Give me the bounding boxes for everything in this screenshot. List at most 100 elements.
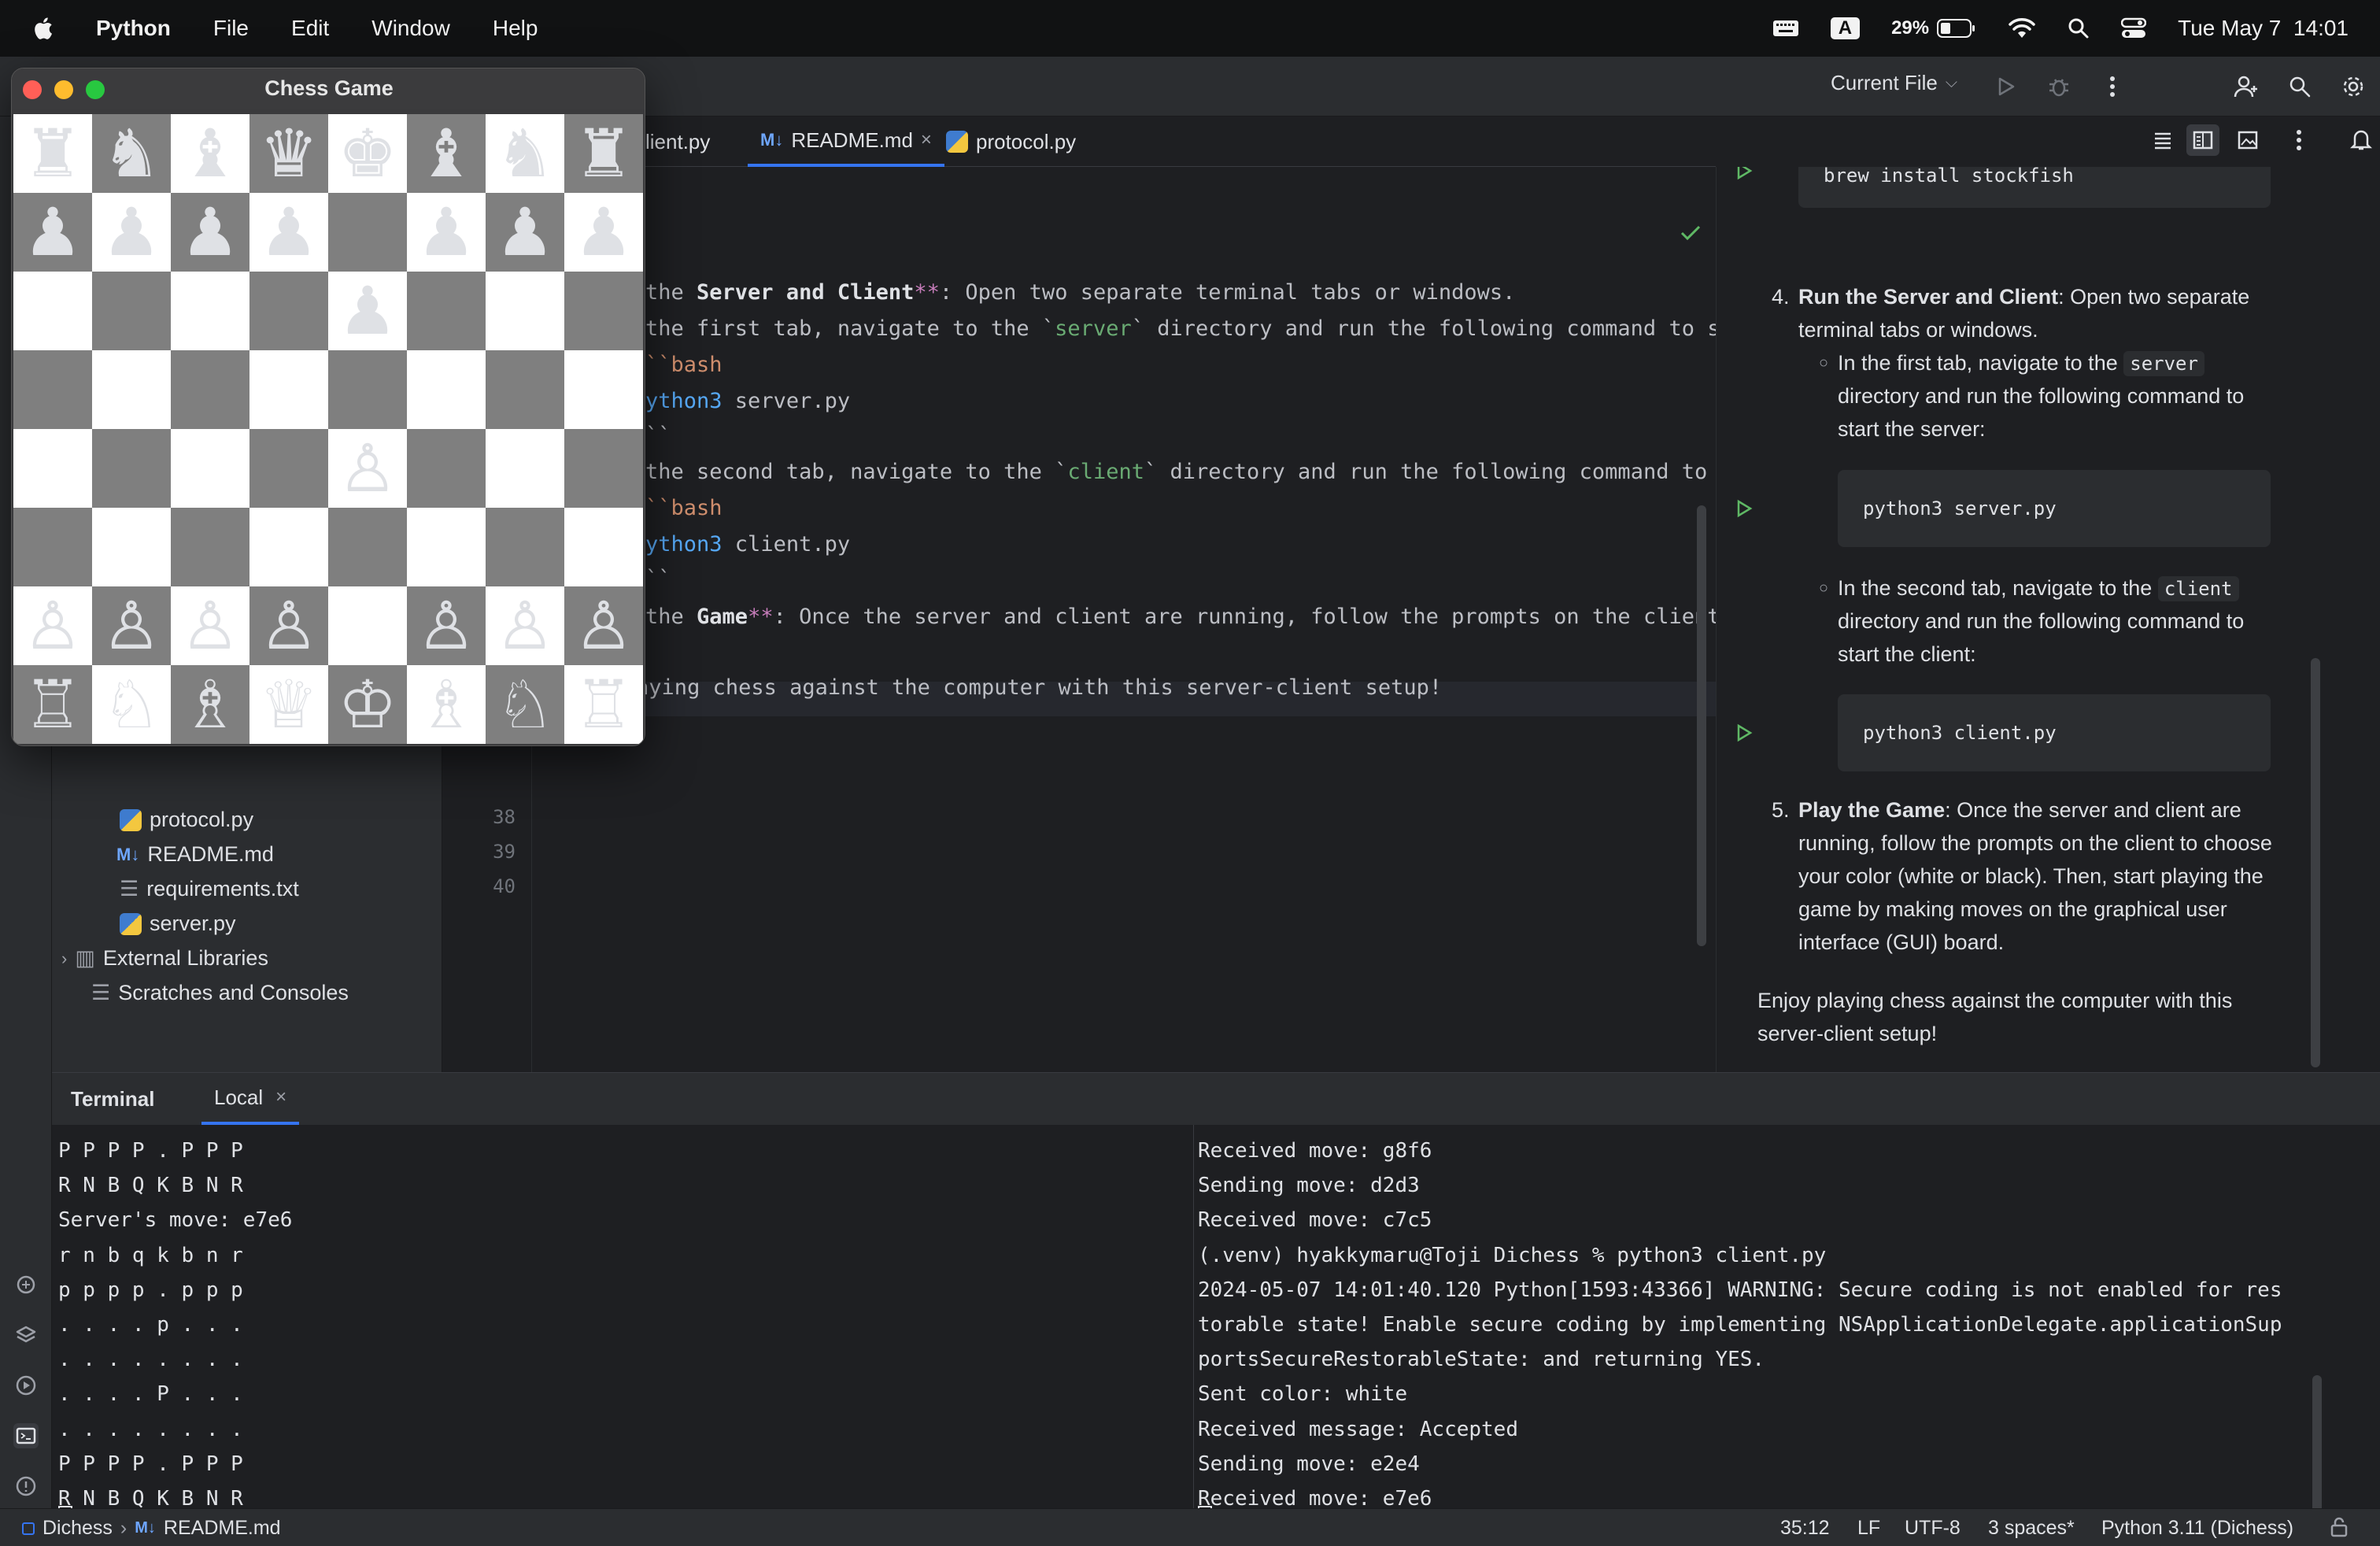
add-user-icon[interactable] xyxy=(2232,72,2260,101)
indent-setting[interactable]: 3 spaces* xyxy=(1988,1517,2075,1540)
breadcrumb-file[interactable]: README.md xyxy=(164,1517,281,1540)
board-square[interactable]: ♜ xyxy=(564,114,643,193)
chess-piece[interactable]: ♟ xyxy=(416,199,475,265)
editor-scrollbar[interactable] xyxy=(1697,505,1706,946)
chess-piece[interactable]: ♝ xyxy=(180,120,239,187)
board-square[interactable] xyxy=(13,272,92,350)
board-square[interactable]: ♔ xyxy=(328,665,407,744)
menu-window[interactable]: Window xyxy=(371,16,450,41)
services-run-icon[interactable] xyxy=(13,1373,39,1398)
close-tab-icon[interactable]: × xyxy=(921,129,932,151)
tab-protocol-py[interactable]: protocol.py xyxy=(933,117,1088,167)
board-square[interactable]: ♕ xyxy=(249,665,328,744)
menubar-clock[interactable]: Tue May 7 14:01 xyxy=(2178,16,2349,41)
chess-piece[interactable]: ♖ xyxy=(574,671,633,738)
keyboard-icon[interactable] xyxy=(1772,19,1799,38)
apple-icon[interactable] xyxy=(31,16,54,41)
board-square[interactable] xyxy=(171,350,249,429)
board-square[interactable]: ♙ xyxy=(328,429,407,508)
board-square[interactable]: ♞ xyxy=(92,114,171,193)
board-square[interactable]: ♖ xyxy=(13,665,92,744)
board-square[interactable] xyxy=(13,429,92,508)
board-square[interactable] xyxy=(486,350,564,429)
board-square[interactable]: ♗ xyxy=(407,665,486,744)
board-square[interactable] xyxy=(564,350,643,429)
board-square[interactable] xyxy=(486,429,564,508)
board-square[interactable] xyxy=(171,272,249,350)
app-menu-python[interactable]: Python xyxy=(96,16,171,41)
chess-piece[interactable]: ♖ xyxy=(23,671,82,738)
tree-item-readme-md[interactable]: M↓ README.md xyxy=(116,842,274,867)
settings-gear-icon[interactable] xyxy=(2339,72,2367,101)
input-source-icon[interactable]: A xyxy=(1830,17,1861,39)
board-square[interactable]: ♟ xyxy=(328,272,407,350)
board-square[interactable]: ♙ xyxy=(249,586,328,665)
board-square[interactable]: ♜ xyxy=(13,114,92,193)
board-square[interactable] xyxy=(92,508,171,586)
chess-piece[interactable]: ♘ xyxy=(495,671,554,738)
board-square[interactable]: ♝ xyxy=(171,114,249,193)
notifications-bell-icon[interactable] xyxy=(2349,128,2373,155)
control-center-icon[interactable] xyxy=(2121,17,2147,39)
board-square[interactable]: ♟ xyxy=(407,193,486,272)
board-square[interactable] xyxy=(171,508,249,586)
board-square[interactable] xyxy=(328,586,407,665)
chess-piece[interactable]: ♟ xyxy=(495,199,554,265)
board-square[interactable]: ♟ xyxy=(249,193,328,272)
board-square[interactable] xyxy=(328,193,407,272)
board-square[interactable] xyxy=(249,272,328,350)
run-code-icon[interactable] xyxy=(1734,498,1754,519)
chess-piece[interactable]: ♕ xyxy=(259,671,318,738)
tab-client-py[interactable]: lient.py xyxy=(633,117,722,167)
tree-item-external-libraries[interactable]: › ▥ External Libraries xyxy=(61,946,268,971)
chess-piece[interactable]: ♙ xyxy=(416,593,475,659)
board-square[interactable]: ♟ xyxy=(92,193,171,272)
board-square[interactable]: ♙ xyxy=(564,586,643,665)
chess-piece[interactable]: ♜ xyxy=(574,120,633,187)
file-encoding[interactable]: UTF-8 xyxy=(1905,1517,1961,1540)
chess-board[interactable]: ♜ ♞ ♝ ♛ ♚ ♝ ♞ ♜ ♟ ♟ ♟ ♟ ♟ ♟ ♟ ♟ ♙ ♙ ♙ ♙ ♙ ♙ ♙ ♙ ♖ ♘ ♗ ♕ ♔ ♗ ♘ ♖ xyxy=(13,114,643,744)
close-tab-icon[interactable]: × xyxy=(275,1086,286,1108)
python-interpreter[interactable]: Python 3.11 (Dichess) xyxy=(2101,1517,2293,1540)
chess-piece[interactable]: ♞ xyxy=(102,120,161,187)
board-square[interactable] xyxy=(249,429,328,508)
board-square[interactable] xyxy=(407,350,486,429)
board-square[interactable] xyxy=(564,429,643,508)
board-square[interactable]: ♙ xyxy=(92,586,171,665)
board-square[interactable]: ♟ xyxy=(564,193,643,272)
board-square[interactable] xyxy=(13,350,92,429)
preview-more-icon[interactable] xyxy=(2295,129,2303,155)
split-view-icon[interactable] xyxy=(2186,124,2219,156)
terminal-split-divider[interactable] xyxy=(1193,1125,1194,1546)
board-square[interactable] xyxy=(407,508,486,586)
board-square[interactable]: ♙ xyxy=(13,586,92,665)
chess-piece[interactable]: ♟ xyxy=(180,199,239,265)
board-square[interactable] xyxy=(328,508,407,586)
cursor-position[interactable]: 35:12 xyxy=(1780,1517,1830,1540)
chess-piece[interactable]: ♟ xyxy=(23,199,82,265)
board-square[interactable]: ♙ xyxy=(407,586,486,665)
chess-piece[interactable]: ♟ xyxy=(338,278,397,344)
board-square[interactable] xyxy=(92,429,171,508)
tab-readme-md[interactable]: M↓ README.md × xyxy=(748,117,944,167)
chess-piece[interactable]: ♘ xyxy=(102,671,161,738)
board-square[interactable] xyxy=(249,350,328,429)
chess-piece[interactable]: ♙ xyxy=(574,593,633,659)
board-square[interactable] xyxy=(171,429,249,508)
chevron-right-icon[interactable]: › xyxy=(61,949,67,969)
chess-piece[interactable]: ♙ xyxy=(338,435,397,501)
board-square[interactable] xyxy=(92,272,171,350)
run-code-icon[interactable] xyxy=(1734,723,1754,743)
tree-item-protocol-py[interactable]: protocol.py xyxy=(120,808,253,832)
board-square[interactable]: ♙ xyxy=(171,586,249,665)
inspection-ok-icon[interactable] xyxy=(1680,224,1702,246)
breadcrumb-project[interactable]: Dichess xyxy=(42,1517,113,1540)
board-square[interactable]: ♘ xyxy=(92,665,171,744)
tree-item-scratches[interactable]: ☰ Scratches and Consoles xyxy=(91,981,349,1005)
chess-piece[interactable]: ♚ xyxy=(338,120,397,187)
chess-piece[interactable]: ♙ xyxy=(180,593,239,659)
board-square[interactable]: ♟ xyxy=(13,193,92,272)
board-square[interactable] xyxy=(486,508,564,586)
tree-item-requirements-txt[interactable]: ☰ requirements.txt xyxy=(120,877,299,901)
board-square[interactable]: ♛ xyxy=(249,114,328,193)
